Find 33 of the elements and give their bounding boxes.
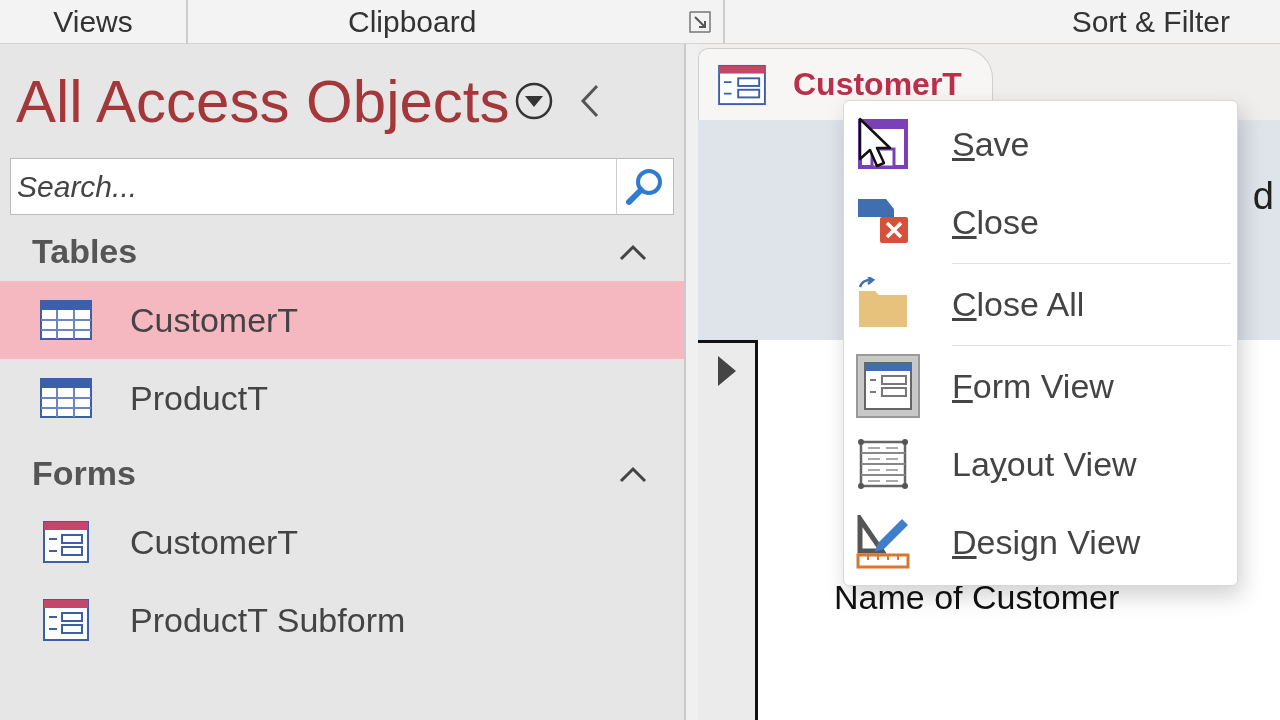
form-icon — [40, 520, 92, 564]
current-record-icon — [716, 355, 737, 387]
mouse-pointer-icon — [858, 117, 892, 169]
search-button[interactable] — [616, 158, 674, 215]
dropdown-icon[interactable] — [513, 81, 554, 121]
group-header[interactable]: Forms — [0, 444, 684, 503]
search-field[interactable]: Search... — [10, 158, 616, 215]
form-icon — [40, 598, 92, 642]
record-selector[interactable] — [698, 340, 758, 720]
table-icon — [40, 300, 92, 340]
form-icon — [717, 63, 767, 106]
menu-item[interactable]: Layout View — [844, 425, 1237, 503]
layout-view-icon — [856, 437, 910, 491]
menu-item[interactable]: Form View — [844, 347, 1237, 425]
field-label: Name of Customer — [834, 578, 1120, 616]
group-header[interactable]: Tables — [0, 222, 684, 281]
nav-item[interactable]: ProductT Subform — [0, 581, 684, 659]
ribbon-group-label: Views — [53, 5, 133, 39]
design-view-icon — [856, 515, 910, 569]
ribbon-group-label: Sort & Filter — [1071, 5, 1230, 39]
table-icon — [40, 378, 92, 418]
menu-item[interactable]: Close — [844, 183, 1237, 261]
nav-pane-title[interactable]: All Access Objects — [16, 66, 510, 136]
ribbon-group-label: Clipboard — [348, 5, 477, 39]
form-title-text: d — [1252, 175, 1274, 218]
menu-item[interactable]: Design View — [844, 503, 1237, 581]
dialog-launcher-icon[interactable] — [689, 11, 711, 33]
form-view-icon — [856, 354, 920, 418]
nav-item[interactable]: CustomerT — [0, 503, 684, 581]
nav-item[interactable]: ProductT — [0, 359, 684, 437]
search-icon — [625, 166, 665, 207]
menu-item[interactable]: Close All — [844, 265, 1237, 343]
nav-item[interactable]: CustomerT — [0, 281, 684, 359]
